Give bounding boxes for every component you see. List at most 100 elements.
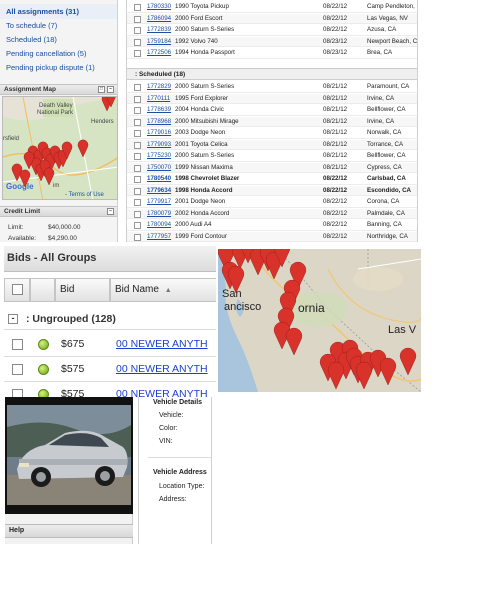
- bid-row-checkbox[interactable]: [12, 364, 23, 375]
- status-filter-link[interactable]: Pending pickup dispute (1): [0, 60, 117, 75]
- assignment-number-link[interactable]: 1770111: [147, 94, 170, 104]
- assignment-row[interactable]: 1778968 2000 Mitsubishi Mirage 08/21/12 Irv…: [127, 116, 417, 128]
- assignment-number-link[interactable]: 1786094: [147, 14, 171, 24]
- bid-name-link[interactable]: 00 NEWER ANYTH: [116, 357, 208, 382]
- assignment-row[interactable]: 1779634 1998 Honda Accord 08/22/12 Escondid…: [127, 185, 417, 197]
- assignment-number-link[interactable]: 1779917: [147, 197, 171, 207]
- bid-group-ungrouped[interactable]: - : Ungrouped (128): [4, 308, 216, 330]
- row-checkbox[interactable]: [134, 233, 141, 241]
- assignment-row[interactable]: 1759184 1992 Volvo 740 08/23/12 Newport Bea…: [127, 36, 417, 48]
- map-label-henders: Henders: [91, 119, 114, 125]
- bids-col-bid-label: Bid: [60, 284, 75, 295]
- bid-amount: $575: [61, 363, 85, 375]
- vehicle-name: 1995 Ford Explorer: [175, 94, 228, 102]
- bid-row[interactable]: $575 00 NEWER ANYTH: [4, 357, 216, 382]
- assignment-number-link[interactable]: 1750070: [147, 163, 171, 173]
- row-checkbox[interactable]: [134, 164, 141, 172]
- assignment-sidebar: All assignments (31) To schedule (7) Sched…: [0, 0, 118, 242]
- bid-row[interactable]: $675 00 NEWER ANYTH: [4, 332, 216, 357]
- vehicle-name: 1998 Honda Accord: [175, 186, 233, 194]
- assignment-number-link[interactable]: 1779016: [147, 128, 171, 138]
- assignment-number-link[interactable]: 1772829: [147, 82, 171, 92]
- assignment-mini-map[interactable]: Death Valley National Park Henders rsfie…: [2, 96, 118, 200]
- row-checkbox[interactable]: [134, 95, 141, 103]
- assignment-row[interactable]: 1779093 2001 Toyota Celica 08/21/12 Torranc…: [127, 139, 417, 151]
- assignment-row[interactable]: 1780330 1990 Toyota Pickup 08/22/12 Camp Pe…: [127, 2, 417, 13]
- assignment-number-link[interactable]: 1777957: [147, 232, 171, 242]
- row-checkbox[interactable]: [134, 187, 141, 195]
- row-checkbox[interactable]: [134, 130, 141, 137]
- assignment-row[interactable]: 1770111 1995 Ford Explorer 08/21/12 Irvine,…: [127, 93, 417, 105]
- row-checkbox[interactable]: [134, 210, 141, 218]
- assignment-number-link[interactable]: 1779634: [147, 186, 171, 196]
- bids-select-all-checkbox[interactable]: [12, 284, 23, 295]
- credit-limit-value: $40,000.00: [48, 224, 81, 231]
- assignment-row[interactable]: 1772506 1994 Honda Passport 08/23/12 Brea, …: [127, 48, 417, 59]
- help-header[interactable]: Help: [5, 524, 133, 538]
- credit-available-value: $4,290.00: [48, 235, 77, 242]
- assignment-number-link[interactable]: 1780540: [147, 174, 171, 184]
- assignment-location: Corona, CA: [367, 198, 400, 205]
- assignment-row[interactable]: 1780540 1998 Chevrolet Blazer 08/22/12 Carl…: [127, 174, 417, 185]
- vehicle-name: 2000 Saturn S-Series: [175, 152, 235, 159]
- row-checkbox[interactable]: [134, 153, 141, 160]
- row-checkbox[interactable]: [134, 107, 141, 114]
- row-checkbox[interactable]: [134, 4, 141, 11]
- assignment-row[interactable]: 1778639 2004 Honda Civic 08/21/12 Bellflowe…: [127, 105, 417, 116]
- assignment-row[interactable]: 1786094 2000 Ford Escort 08/22/12 Las Vegas…: [127, 13, 417, 25]
- assignment-date: 08/22/12: [323, 232, 348, 240]
- bid-amount: $575: [61, 388, 85, 398]
- row-checkbox[interactable]: [134, 222, 141, 229]
- credit-collapse-icon[interactable]: –: [107, 208, 114, 215]
- status-filter-link[interactable]: To schedule (7): [0, 18, 117, 33]
- assignment-row[interactable]: 1777957 1999 Ford Contour 08/22/12 Northrid…: [127, 231, 417, 243]
- assignment-number-link[interactable]: 1779093: [147, 140, 171, 150]
- status-filter-link[interactable]: Scheduled (18): [0, 32, 117, 47]
- vehicle-name: 2000 Saturn S-Series: [175, 83, 235, 90]
- assignment-row[interactable]: 1780094 2000 Audi A4 08/22/12 Banning, CA: [127, 220, 417, 231]
- map-collapse-icon[interactable]: –: [107, 86, 114, 93]
- row-checkbox[interactable]: [134, 50, 141, 57]
- vehicle-address-title: Vehicle Address: [153, 469, 207, 476]
- map-label-death-valley: Death Valley: [39, 103, 73, 109]
- assignment-number-link[interactable]: 1780330: [147, 2, 171, 12]
- row-checkbox[interactable]: [134, 27, 141, 34]
- map-restore-icon[interactable]: □: [98, 86, 105, 93]
- collapse-group-icon[interactable]: -: [8, 314, 18, 324]
- map-label-sfield: rsfield: [3, 136, 19, 142]
- bids-col-bid-name[interactable]: Bid Name ▲: [110, 278, 216, 302]
- row-checkbox[interactable]: [134, 118, 141, 126]
- row-checkbox[interactable]: [134, 141, 141, 149]
- row-checkbox[interactable]: [134, 199, 141, 206]
- assignment-number-link[interactable]: 1775230: [147, 151, 171, 161]
- assignment-number-link[interactable]: 1772506: [147, 48, 171, 58]
- bid-row-checkbox[interactable]: [12, 339, 23, 350]
- assignment-row[interactable]: 1772829 2000 Saturn S-Series 08/21/12 Param…: [127, 82, 417, 93]
- assignment-row[interactable]: 1750070 1999 Nissan Maxima 08/21/12 Cypress…: [127, 162, 417, 174]
- bid-name-link[interactable]: 00 NEWER ANYTH: [116, 382, 208, 398]
- bid-row[interactable]: $575 00 NEWER ANYTH: [4, 382, 216, 398]
- california-map[interactable]: San ancisco ornia Las V: [218, 249, 421, 392]
- assignment-number-link[interactable]: 1759184: [147, 37, 171, 47]
- bids-col-bid[interactable]: Bid: [55, 278, 110, 302]
- assignment-row[interactable]: 1772839 2000 Saturn S-Series 08/22/12 Azusa…: [127, 25, 417, 36]
- assignment-row[interactable]: 1779917 2001 Dodge Neon 08/22/12 Corona, CA: [127, 197, 417, 208]
- vehicle-name: 1999 Nissan Maxima: [175, 163, 233, 171]
- assignment-number-link[interactable]: 1772839: [147, 25, 171, 35]
- assignment-number-link[interactable]: 1780094: [147, 220, 171, 230]
- row-checkbox[interactable]: [134, 176, 141, 183]
- assignment-number-link[interactable]: 1780079: [147, 209, 171, 219]
- row-checkbox[interactable]: [134, 38, 141, 46]
- assignment-row[interactable]: 1775230 2000 Saturn S-Series 08/21/12 Bellf…: [127, 151, 417, 162]
- assignment-number-link[interactable]: 1778639: [147, 105, 171, 115]
- assignment-row[interactable]: 1780079 2002 Honda Accord 08/22/12 Palmdale…: [127, 208, 417, 220]
- status-filter-link[interactable]: All assignments (31): [0, 4, 117, 19]
- status-filter-link[interactable]: Pending cancellation (5): [0, 46, 117, 61]
- scheduled-group-header[interactable]: : Scheduled (18): [127, 68, 417, 80]
- row-checkbox[interactable]: [134, 15, 141, 23]
- assignment-number-link[interactable]: 1778968: [147, 117, 171, 127]
- assignment-row[interactable]: 1779016 2003 Dodge Neon 08/21/12 Norwalk, C…: [127, 128, 417, 139]
- row-checkbox[interactable]: [134, 84, 141, 91]
- bid-name-link[interactable]: 00 NEWER ANYTH: [116, 332, 208, 357]
- vehicle-name: 2004 Honda Civic: [175, 106, 224, 113]
